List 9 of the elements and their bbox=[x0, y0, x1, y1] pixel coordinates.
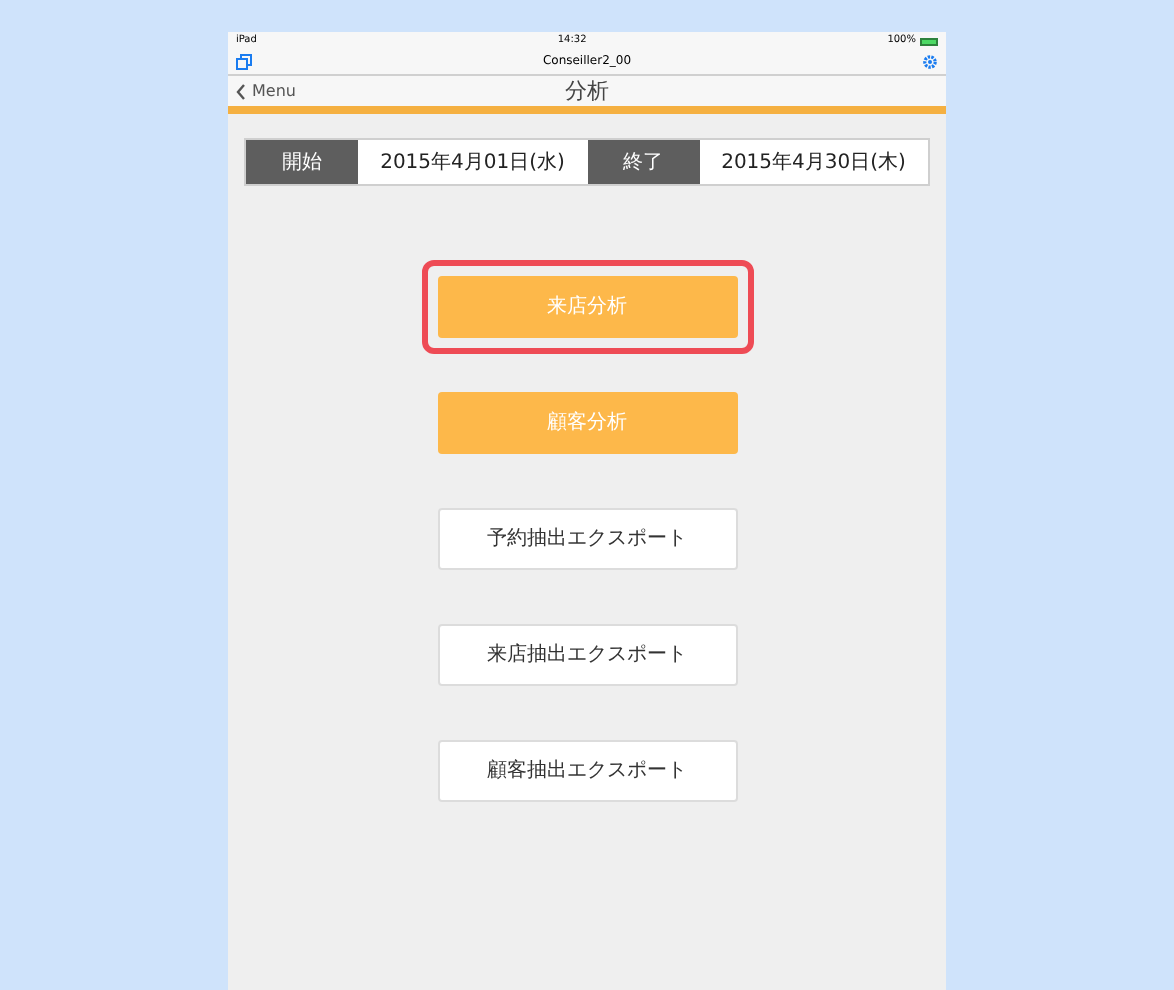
windows-icon[interactable] bbox=[236, 54, 252, 70]
back-button[interactable]: Menu bbox=[228, 83, 296, 99]
export-button[interactable]: 顧客抽出エクスポート bbox=[437, 740, 737, 802]
settings-icon[interactable] bbox=[922, 54, 938, 70]
battery-icon bbox=[919, 37, 938, 45]
export-button[interactable]: 予約抽出エクスポート bbox=[437, 508, 737, 570]
export-button[interactable]: 来店抽出エクスポート bbox=[437, 624, 737, 686]
page-title: 分析 bbox=[565, 80, 609, 102]
back-chevron-icon bbox=[236, 83, 246, 99]
